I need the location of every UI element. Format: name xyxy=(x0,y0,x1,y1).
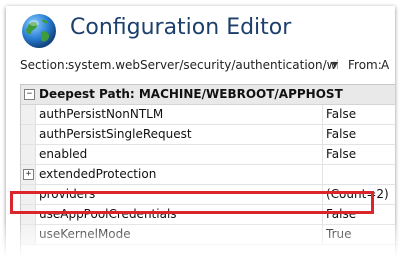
section-selector-row: Section: system.webServer/security/authe… xyxy=(20,55,395,75)
property-value[interactable]: True xyxy=(322,225,395,244)
section-dropdown[interactable]: system.webServer/security/authentication… xyxy=(68,55,338,75)
group-header-label: Deepest Path: MACHINE/WEBROOT/APPHOST xyxy=(39,87,343,101)
row-gutter xyxy=(21,205,36,224)
page-title: Configuration Editor xyxy=(70,15,292,40)
property-name: useAppPoolCredentials xyxy=(39,207,177,221)
property-row-authPersistSingleRequest[interactable]: authPersistSingleRequest False xyxy=(21,125,395,145)
chevron-down-icon[interactable]: ▼ xyxy=(330,55,340,75)
globe-icon xyxy=(22,14,56,48)
property-row-useKernelMode[interactable]: useKernelMode True xyxy=(21,225,395,245)
from-dropdown[interactable]: A xyxy=(381,58,389,72)
property-row-enabled[interactable]: enabled False xyxy=(21,145,395,165)
row-gutter xyxy=(21,145,36,164)
property-value[interactable]: False xyxy=(322,105,395,124)
group-header-deepest-path[interactable]: − Deepest Path: MACHINE/WEBROOT/APPHOST xyxy=(21,85,395,105)
property-value[interactable]: False xyxy=(322,145,395,164)
expand-icon[interactable]: + xyxy=(23,169,34,180)
configuration-editor-window: Configuration Editor Section: system.web… xyxy=(6,6,395,259)
property-row-extendedProtection[interactable]: + extendedProtection xyxy=(21,165,395,185)
row-gutter xyxy=(21,105,36,124)
property-name: enabled xyxy=(39,147,88,161)
property-row-authPersistNonNTLM[interactable]: authPersistNonNTLM False xyxy=(21,105,395,125)
from-label: From: xyxy=(348,58,382,72)
property-value[interactable] xyxy=(322,165,395,184)
row-gutter xyxy=(21,185,36,204)
property-value[interactable]: False xyxy=(322,125,395,144)
row-gutter xyxy=(21,125,36,144)
section-label: Section: xyxy=(20,58,69,72)
collapse-icon[interactable]: − xyxy=(24,89,35,100)
property-row-useAppPoolCredentials[interactable]: useAppPoolCredentials False xyxy=(21,205,395,225)
property-value[interactable]: False xyxy=(322,205,395,224)
property-name: authPersistNonNTLM xyxy=(39,107,164,121)
property-name: useKernelMode xyxy=(39,227,131,241)
row-gutter xyxy=(21,225,36,244)
row-gutter: + xyxy=(21,165,36,184)
property-name: extendedProtection xyxy=(39,167,157,181)
property-name: authPersistSingleRequest xyxy=(39,127,192,141)
property-row-providers[interactable]: providers (Count=2) xyxy=(21,185,395,205)
property-grid: − Deepest Path: MACHINE/WEBROOT/APPHOST … xyxy=(20,84,395,259)
property-value[interactable]: (Count=2) xyxy=(322,185,395,204)
property-name: providers xyxy=(39,187,96,201)
